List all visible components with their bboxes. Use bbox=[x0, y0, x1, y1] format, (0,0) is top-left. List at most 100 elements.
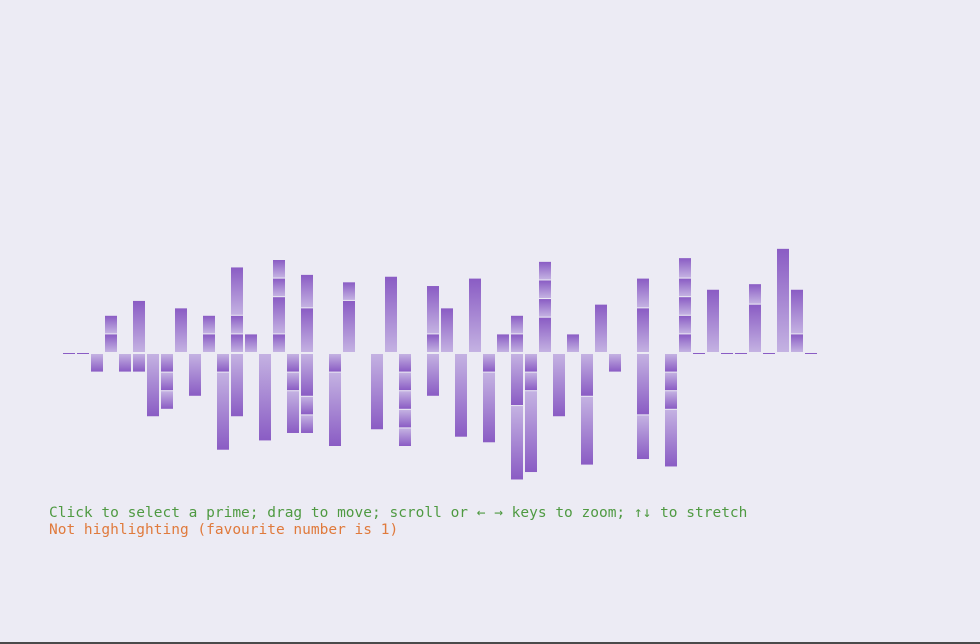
factor-bar-up[interactable] bbox=[595, 304, 607, 352]
factor-bar-up[interactable] bbox=[301, 274, 313, 308]
factor-bar-down[interactable] bbox=[161, 354, 173, 372]
factor-bar-down[interactable] bbox=[133, 354, 145, 372]
factor-bar-up[interactable] bbox=[539, 280, 551, 299]
factor-bar-down[interactable] bbox=[399, 428, 411, 446]
factor-bar-up[interactable] bbox=[441, 308, 453, 352]
factor-bar-up[interactable] bbox=[273, 297, 285, 334]
factor-bar-down[interactable] bbox=[161, 391, 173, 409]
factor-bar-up[interactable] bbox=[749, 284, 761, 304]
factor-bar-down[interactable] bbox=[301, 396, 313, 415]
factor-bar-down[interactable] bbox=[147, 354, 159, 417]
factor-bar-down[interactable] bbox=[581, 354, 593, 396]
factor-bar-down[interactable] bbox=[525, 372, 537, 391]
factor-bar-down[interactable] bbox=[399, 391, 411, 409]
factor-bar-down[interactable] bbox=[511, 354, 523, 406]
factor-bar-up[interactable] bbox=[385, 276, 397, 352]
factor-bar-down[interactable] bbox=[329, 354, 341, 372]
factor-bar-up[interactable] bbox=[511, 315, 523, 334]
factor-bar-up[interactable] bbox=[343, 282, 355, 300]
factor-bar-down[interactable] bbox=[637, 415, 649, 460]
factor-bar-down[interactable] bbox=[553, 354, 565, 417]
factor-bar-up[interactable] bbox=[343, 300, 355, 352]
factor-bar-up[interactable] bbox=[203, 334, 215, 352]
factor-bar-down[interactable] bbox=[525, 354, 537, 372]
factor-bar-down[interactable] bbox=[287, 354, 299, 372]
bars-group[interactable] bbox=[63, 248, 817, 480]
factor-bar-up[interactable] bbox=[539, 261, 551, 280]
baseline-tick[interactable] bbox=[805, 353, 817, 354]
factor-bar-up[interactable] bbox=[427, 334, 439, 352]
factor-bar-down[interactable] bbox=[287, 391, 299, 433]
factor-bar-up[interactable] bbox=[133, 300, 145, 352]
factor-bar-up[interactable] bbox=[511, 334, 523, 352]
factor-bar-up[interactable] bbox=[637, 278, 649, 308]
factor-bar-up[interactable] bbox=[567, 334, 579, 352]
factor-bar-up[interactable] bbox=[231, 334, 243, 352]
factor-bar-up[interactable] bbox=[231, 315, 243, 334]
factor-bar-down[interactable] bbox=[483, 372, 495, 443]
factor-bar-down[interactable] bbox=[217, 354, 229, 372]
factor-bar-down[interactable] bbox=[637, 354, 649, 415]
factor-bar-down[interactable] bbox=[329, 372, 341, 446]
factor-bar-down[interactable] bbox=[119, 354, 131, 372]
factor-bar-up[interactable] bbox=[175, 308, 187, 352]
factor-bar-up[interactable] bbox=[679, 334, 691, 352]
factor-bar-down[interactable] bbox=[161, 372, 173, 391]
factor-bar-down[interactable] bbox=[665, 354, 677, 372]
factor-bar-down[interactable] bbox=[189, 354, 201, 396]
factor-bar-up[interactable] bbox=[679, 258, 691, 278]
factor-bar-down[interactable] bbox=[91, 354, 103, 372]
factor-bar-up[interactable] bbox=[749, 304, 761, 352]
factor-bar-up[interactable] bbox=[273, 260, 285, 278]
factor-bar-down[interactable] bbox=[399, 354, 411, 372]
baseline-tick[interactable] bbox=[721, 353, 733, 354]
factor-bar-chart[interactable] bbox=[0, 0, 980, 644]
factor-bar-up[interactable] bbox=[469, 278, 481, 352]
factor-bar-down[interactable] bbox=[455, 354, 467, 437]
baseline-tick[interactable] bbox=[77, 353, 89, 354]
factor-bar-down[interactable] bbox=[511, 406, 523, 480]
factor-bar-up[interactable] bbox=[679, 315, 691, 334]
factor-bar-down[interactable] bbox=[371, 354, 383, 430]
factor-bar-up[interactable] bbox=[245, 334, 257, 352]
factor-bar-down[interactable] bbox=[609, 354, 621, 372]
factor-bar-up[interactable] bbox=[427, 286, 439, 334]
factor-bar-up[interactable] bbox=[301, 308, 313, 352]
factor-bar-up[interactable] bbox=[637, 308, 649, 352]
factor-bar-down[interactable] bbox=[287, 372, 299, 391]
factor-bar-up[interactable] bbox=[497, 334, 509, 352]
factor-bar-down[interactable] bbox=[665, 372, 677, 391]
factor-bar-down[interactable] bbox=[665, 409, 677, 467]
factor-bar-up[interactable] bbox=[231, 267, 243, 315]
factor-bar-down[interactable] bbox=[665, 391, 677, 409]
factor-bar-up[interactable] bbox=[791, 334, 803, 352]
factor-bar-down[interactable] bbox=[581, 396, 593, 465]
prime-visualization-canvas[interactable]: Click to select a prime; drag to move; s… bbox=[0, 0, 980, 644]
factor-bar-down[interactable] bbox=[427, 354, 439, 396]
factor-bar-up[interactable] bbox=[273, 334, 285, 352]
factor-bar-down[interactable] bbox=[217, 372, 229, 450]
factor-bar-up[interactable] bbox=[539, 299, 551, 317]
factor-bar-up[interactable] bbox=[203, 315, 215, 334]
factor-bar-down[interactable] bbox=[399, 409, 411, 428]
factor-bar-down[interactable] bbox=[231, 354, 243, 417]
baseline-tick[interactable] bbox=[63, 353, 75, 354]
factor-bar-down[interactable] bbox=[525, 391, 537, 473]
baseline-tick[interactable] bbox=[693, 353, 705, 354]
factor-bar-up[interactable] bbox=[791, 289, 803, 334]
baseline-tick[interactable] bbox=[735, 353, 747, 354]
factor-bar-up[interactable] bbox=[679, 297, 691, 315]
factor-bar-up[interactable] bbox=[539, 317, 551, 352]
factor-bar-down[interactable] bbox=[301, 415, 313, 433]
factor-bar-down[interactable] bbox=[259, 354, 271, 441]
factor-bar-down[interactable] bbox=[483, 354, 495, 372]
factor-bar-up[interactable] bbox=[105, 334, 117, 352]
factor-bar-up[interactable] bbox=[777, 248, 789, 352]
factor-bar-up[interactable] bbox=[105, 315, 117, 334]
baseline-tick[interactable] bbox=[763, 353, 775, 354]
factor-bar-down[interactable] bbox=[399, 372, 411, 391]
factor-bar-up[interactable] bbox=[679, 278, 691, 297]
factor-bar-up[interactable] bbox=[707, 289, 719, 352]
factor-bar-up[interactable] bbox=[273, 278, 285, 297]
factor-bar-down[interactable] bbox=[301, 354, 313, 396]
